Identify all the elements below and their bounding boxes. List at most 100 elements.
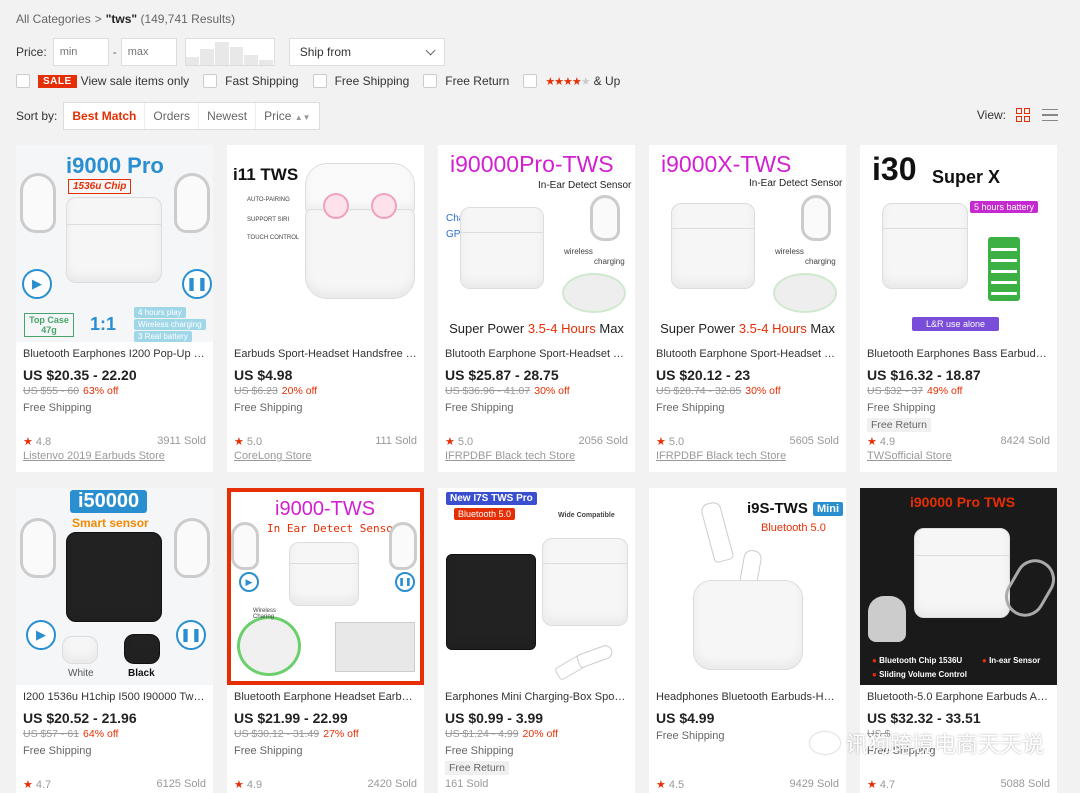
sort-newest[interactable]: Newest: [199, 103, 257, 129]
free-shipping-label: Free Shipping: [334, 74, 410, 88]
discount-badge: 20% off: [522, 728, 558, 740]
product-title[interactable]: Bluetooth-5.0 Earphone Earbuds Air i9000…: [867, 691, 1050, 705]
rating-checkbox[interactable]: [523, 74, 538, 88]
product-card[interactable]: i90000Pro-TWS In-Ear Detect Sensor Chang…: [438, 145, 635, 472]
product-image[interactable]: New I7S TWS Pro Bluetooth 5.0 Wide Compa…: [438, 488, 635, 685]
product-price: US $32.32 - 33.51: [867, 710, 981, 726]
fast-shipping-checkbox[interactable]: [203, 74, 218, 88]
original-price: US $36.96 - 41.07: [445, 385, 531, 397]
product-price: US $25.87 - 28.75: [445, 367, 559, 383]
free-return-filter[interactable]: Free Return: [423, 74, 509, 88]
grid-view-icon[interactable]: [1016, 108, 1030, 122]
product-card[interactable]: i50000 Smart sensor ▶ ❚❚ White Black I20…: [16, 488, 213, 793]
sale-checkbox[interactable]: [16, 74, 30, 88]
sort-label: Sort by:: [16, 109, 58, 123]
product-image[interactable]: i9S-TWS Mini Bluetooth 5.0: [649, 488, 846, 685]
product-card[interactable]: i9000X-TWS In-Ear Detect Sensor wireless…: [649, 145, 846, 472]
sold-count: 5605 Sold: [789, 435, 839, 447]
max-price-input[interactable]: [120, 38, 177, 66]
free-return-checkbox[interactable]: [423, 74, 438, 88]
product-rating: 5.0: [246, 436, 263, 448]
product-image[interactable]: i9000 Pro 1536u Chip ▶ ❚❚ Top Case 47g 1…: [16, 145, 213, 342]
rating-filter[interactable]: ★★★★★ & Up: [523, 74, 620, 88]
product-card[interactable]: i9000 Pro 1536u Chip ▶ ❚❚ Top Case 47g 1…: [16, 145, 213, 472]
free-return-tag: Free Return: [867, 418, 932, 432]
pause-icon: ❚❚: [395, 572, 415, 592]
image-case-weight: Top Case 47g: [24, 313, 74, 337]
breadcrumb: All Categories > "tws" (149,741 Results): [16, 12, 235, 26]
product-rating: 4.9: [246, 779, 263, 791]
shipping-info: Free Shipping: [445, 402, 514, 414]
product-grid: i9000 Pro 1536u Chip ▶ ❚❚ Top Case 47g 1…: [16, 145, 1057, 793]
image-battery-badge: 5 hours battery: [970, 201, 1039, 213]
image-wireless-2: charging: [594, 257, 625, 266]
product-card[interactable]: i11 TWS AUTO-PAIRING SUPPORT SIRI TOUCH …: [227, 145, 424, 472]
product-title[interactable]: Earbuds Sport-Headset Handsfree TWS Blue…: [234, 348, 417, 362]
product-rating: 4.9: [879, 436, 896, 448]
product-price: US $20.52 - 21.96: [23, 710, 137, 726]
star-icon: ★: [23, 779, 33, 791]
product-image[interactable]: i90000Pro-TWS In-Ear Detect Sensor Chang…: [438, 145, 635, 342]
product-card[interactable]: i9000-TWS In Ear Detect Sensor ▶ ❚❚ Wire…: [227, 488, 424, 793]
sale-filter[interactable]: SALE View sale items only: [16, 74, 189, 88]
image-wireless: Wireless Charing: [253, 608, 277, 620]
free-return-label: Free Return: [445, 74, 510, 88]
image-lr-badge: L&R use alone: [912, 317, 1000, 331]
shipping-info: Free Shipping: [234, 745, 303, 757]
wechat-icon: [809, 732, 840, 754]
original-price: US $6.23: [234, 385, 278, 397]
discount-badge: 20% off: [281, 385, 318, 397]
product-image[interactable]: i90000 Pro TWS ● Bluetooth Chip 1536U ● …: [860, 488, 1057, 685]
fast-shipping-filter[interactable]: Fast Shipping: [203, 74, 299, 88]
breadcrumb-root[interactable]: All Categories: [16, 12, 91, 26]
free-shipping-checkbox[interactable]: [312, 74, 327, 88]
product-image[interactable]: i50000 Smart sensor ▶ ❚❚ White Black: [16, 488, 213, 685]
sale-filter-label: View sale items only: [80, 74, 190, 88]
product-rating: 5.0: [457, 436, 474, 448]
product-title[interactable]: I200 1536u H1chip I500 I90000 Tws Earpho…: [23, 691, 206, 705]
image-feature-2: SUPPORT SIRI: [247, 217, 290, 223]
product-title[interactable]: Blutooth Earphone Sport-Headset TWS i900…: [656, 348, 839, 362]
product-card[interactable]: New I7S TWS Pro Bluetooth 5.0 Wide Compa…: [438, 488, 635, 793]
product-image[interactable]: i11 TWS AUTO-PAIRING SUPPORT SIRI TOUCH …: [227, 145, 424, 342]
product-card[interactable]: i30 Super X 5 hours battery L&R use alon…: [860, 145, 1057, 472]
product-title[interactable]: Bluetooth Earphones Bass Earbuds i30 Sup…: [867, 348, 1050, 362]
product-title[interactable]: Bluetooth Earphone Headset Earbuds i9000…: [234, 691, 417, 705]
image-headline: i90000 Pro TWS: [910, 494, 1016, 510]
product-image[interactable]: i30 Super X 5 hours battery L&R use alon…: [860, 145, 1057, 342]
sort-best-match[interactable]: Best Match: [64, 103, 146, 129]
image-mini-badge: Mini: [813, 502, 843, 516]
product-title[interactable]: Earphones Mini Charging-Box Sports i7S T…: [445, 691, 628, 705]
ship-from-dropdown[interactable]: Ship from: [288, 38, 445, 66]
breadcrumb-separator: >: [94, 12, 102, 26]
image-subheadline: In-Ear Detect Sensor: [749, 178, 843, 189]
free-shipping-filter[interactable]: Free Shipping: [312, 74, 410, 88]
image-caption: Super Power 3.5-4 Hours Max: [660, 321, 835, 336]
product-title[interactable]: Blutooth Earphone Sport-Headset TWS i900…: [445, 348, 628, 362]
play-icon: ▶: [26, 620, 56, 650]
list-view-icon[interactable]: [1042, 108, 1058, 122]
product-image[interactable]: i9000-TWS In Ear Detect Sensor ▶ ❚❚ Wire…: [227, 488, 424, 685]
store-link[interactable]: IFRPDBF Black tech Store: [656, 450, 786, 462]
discount-badge: 49% off: [927, 385, 963, 397]
sold-count: 9429 Sold: [789, 778, 839, 790]
product-title[interactable]: Bluetooth Earphones I200 Pop-Up Window T…: [23, 348, 206, 362]
discount-badge: 30% off: [534, 385, 570, 397]
battery-icon: [988, 237, 1020, 301]
shipping-info: Free Shipping: [234, 402, 303, 414]
product-image[interactable]: i9000X-TWS In-Ear Detect Sensor wireless…: [649, 145, 846, 342]
image-wireless-2: charging: [805, 257, 836, 266]
store-link[interactable]: TWSofficial Store: [867, 450, 952, 462]
sort-orders[interactable]: Orders: [145, 103, 200, 129]
shipping-info: Free Shipping: [867, 402, 936, 414]
chevron-down-icon: [425, 45, 436, 55]
store-link[interactable]: CoreLong Store: [234, 450, 312, 462]
price-histogram[interactable]: [184, 38, 275, 66]
store-link[interactable]: Listenvo 2019 Earbuds Store: [23, 450, 165, 462]
product-title[interactable]: Headphones Bluetooth Earbuds-Headset i9S…: [656, 691, 839, 705]
sort-price[interactable]: Price ▲▼: [256, 103, 319, 129]
sold-count: 111 Sold: [375, 435, 417, 447]
min-price-input[interactable]: [52, 38, 109, 66]
store-link[interactable]: IFRPDBF Black tech Store: [445, 450, 575, 462]
price-label: Price:: [16, 45, 47, 59]
